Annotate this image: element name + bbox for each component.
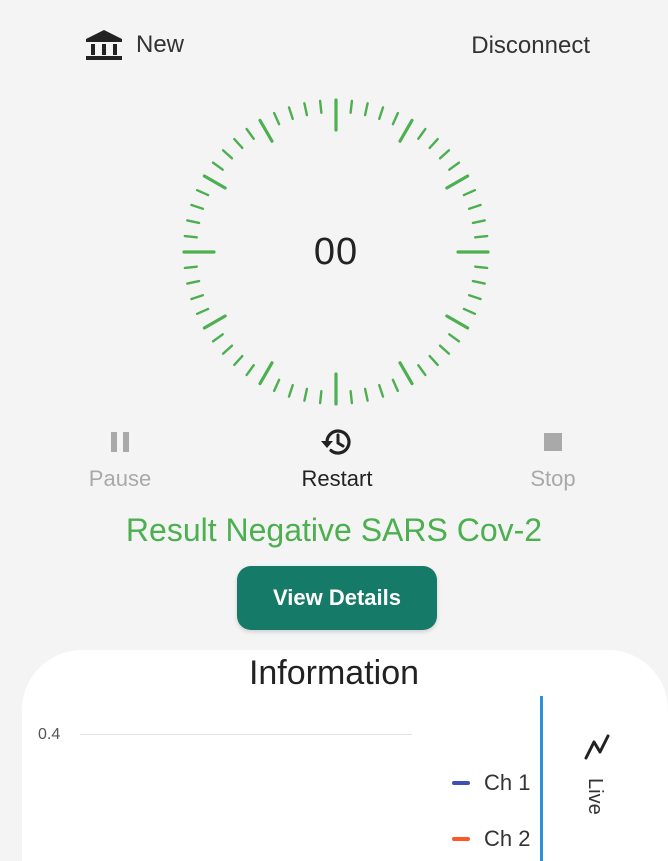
live-tab[interactable]: Live [576,724,620,834]
legend-label-ch2: Ch 2 [484,826,531,851]
history-icon [319,424,355,460]
pause-label: Pause [88,466,152,491]
legend-item-ch2: Ch 2 [452,826,530,852]
pause-button[interactable]: Pause [60,424,180,492]
result-text: Result Negative SARS Cov-2 [125,512,543,548]
app-screen: New Disconnect 00 Pause Restart Stop Res… [0,0,668,861]
timer-dial: 00 [176,92,496,412]
timer-count: 00 [313,230,359,273]
bank-icon [86,30,122,60]
trend-icon [584,734,610,760]
chart-gridline [80,734,412,735]
y-axis-tick-label: 0.4 [38,726,61,743]
panel-divider [540,696,543,861]
stop-button[interactable]: Stop [493,424,613,492]
pause-icon [108,424,132,460]
stop-label: Stop [530,466,576,491]
timer-controls: Pause Restart Stop [0,424,668,504]
disconnect-button[interactable]: Disconnect [471,32,590,60]
restart-button[interactable]: Restart [277,424,397,492]
restart-label: Restart [301,466,373,491]
new-label: New [136,31,185,58]
new-button[interactable]: New [84,28,184,62]
legend-item-ch1: Ch 1 [452,770,530,796]
information-title: Information [248,654,420,692]
legend-swatch-ch1 [452,781,470,785]
legend-label-ch1: Ch 1 [484,770,531,795]
stop-icon [542,424,564,460]
view-details-button[interactable]: View Details [237,566,437,630]
live-label: Live [584,778,606,815]
legend-swatch-ch2 [452,837,470,841]
top-bar: New Disconnect [0,22,668,68]
